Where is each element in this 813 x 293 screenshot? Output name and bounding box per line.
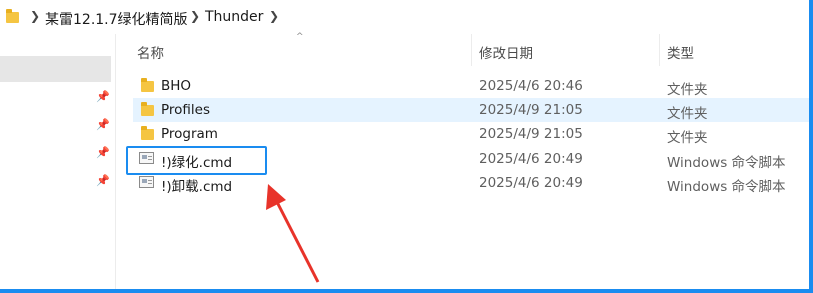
annotation-arrow-icon [266,184,320,283]
